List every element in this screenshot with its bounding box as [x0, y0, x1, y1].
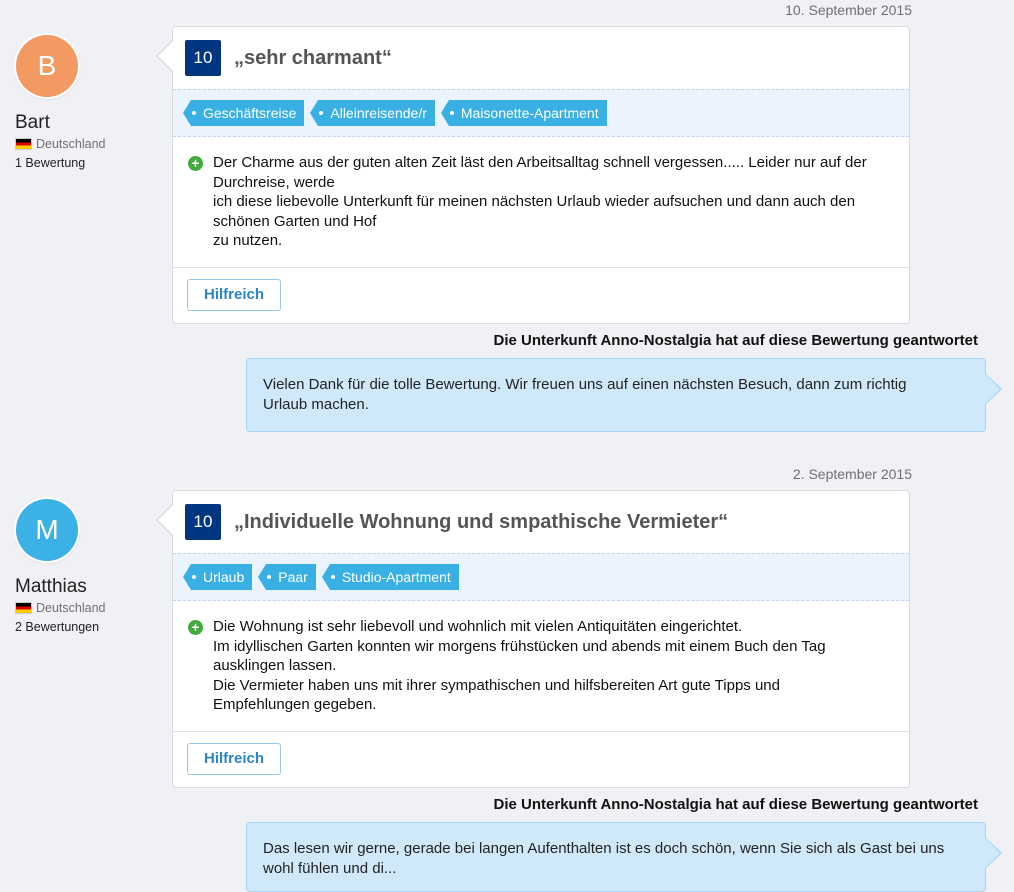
- review-card: 10 „Individuelle Wohnung und smpathische…: [156, 490, 910, 788]
- review-text-line: ich diese liebevolle Unterkunft für mein…: [213, 193, 856, 210]
- response-text-line: wohl fühlen und di...: [263, 860, 397, 877]
- review-tags: Urlaub Paar Studio-Apartment: [173, 553, 909, 601]
- review-score: 10: [185, 40, 221, 76]
- reviewer-country-label: Deutschland: [36, 601, 106, 615]
- review-footer: Hilfreich: [173, 732, 909, 787]
- review-text-line: Die Vermieter haben uns mit ihrer sympat…: [213, 676, 780, 694]
- review-text-line: Empfehlungen gegeben.: [213, 696, 377, 713]
- review-header: 10 „Individuelle Wohnung und smpathische…: [173, 491, 909, 553]
- tag-traveler-type: Alleinreisende/r: [310, 100, 435, 126]
- reviewer-country: Deutschland: [15, 601, 106, 615]
- review-text-line: zu nutzen.: [213, 232, 283, 249]
- review-title: „sehr charmant“: [234, 46, 392, 69]
- tag-trip-type: Geschäftsreise: [182, 100, 305, 126]
- review-text-line: Die Wohnung ist sehr liebevoll und wohnl…: [213, 618, 743, 635]
- review-date: 10. September 2015: [785, 2, 912, 18]
- avatar: M: [16, 499, 78, 561]
- review-footer: Hilfreich: [173, 268, 909, 323]
- response-text-line: Vielen Dank für die tolle Bewertung. Wir…: [263, 376, 907, 393]
- review-card: 10 „sehr charmant“ Geschäftsreise Allein…: [156, 26, 910, 324]
- review-score: 10: [185, 504, 221, 540]
- reviewer-review-count: 1 Bewertung: [15, 156, 86, 170]
- tag-room-type: Studio-Apartment: [321, 564, 459, 590]
- reviewer-name: Bart: [15, 112, 50, 133]
- review-text-line: schönen Garten und Hof: [213, 212, 377, 230]
- response-text-line: Urlaub machen.: [263, 396, 369, 413]
- review-tags: Geschäftsreise Alleinreisende/r Maisonet…: [173, 89, 909, 137]
- reviewer-name: Matthias: [15, 576, 87, 597]
- germany-flag-icon: [15, 138, 32, 150]
- review-text-line: Der Charme aus der guten alten Zeit läst…: [213, 154, 867, 171]
- review-date: 2. September 2015: [792, 466, 912, 482]
- response-heading: Die Unterkunft Anno-Nostalgia hat auf di…: [493, 796, 978, 813]
- reviewer-country-label: Deutschland: [36, 137, 106, 151]
- helpful-button[interactable]: Hilfreich: [187, 279, 282, 311]
- tag-trip-type: Urlaub: [182, 564, 253, 590]
- plus-icon: +: [188, 156, 203, 171]
- germany-flag-icon: [15, 602, 32, 614]
- avatar: B: [16, 35, 78, 97]
- review-title: „Individuelle Wohnung und smpathische Ve…: [234, 510, 729, 533]
- tag-traveler-type: Paar: [258, 564, 316, 590]
- response-text-line: Das lesen wir gerne, gerade bei langen A…: [263, 840, 945, 857]
- tag-room-type: Maisonette-Apartment: [440, 100, 607, 126]
- plus-icon: +: [188, 620, 203, 635]
- reviewer-review-count: 2 Bewertungen: [15, 620, 100, 634]
- owner-response: Vielen Dank für die tolle Bewertung. Wir…: [246, 358, 1002, 432]
- helpful-button[interactable]: Hilfreich: [187, 743, 282, 775]
- review-positive-text: + Die Wohnung ist sehr liebevoll und woh…: [173, 601, 909, 732]
- review-positive-text: + Der Charme aus der guten alten Zeit lä…: [173, 137, 909, 268]
- reviewer-country: Deutschland: [15, 137, 106, 151]
- review-header: 10 „sehr charmant“: [173, 27, 909, 89]
- response-heading: Die Unterkunft Anno-Nostalgia hat auf di…: [493, 332, 978, 349]
- review-text-line: ausklingen lassen.: [213, 657, 337, 674]
- review-text-line: Durchreise, werde: [213, 173, 335, 191]
- review-text-line: Im idyllischen Garten konnten wir morgen…: [213, 637, 826, 655]
